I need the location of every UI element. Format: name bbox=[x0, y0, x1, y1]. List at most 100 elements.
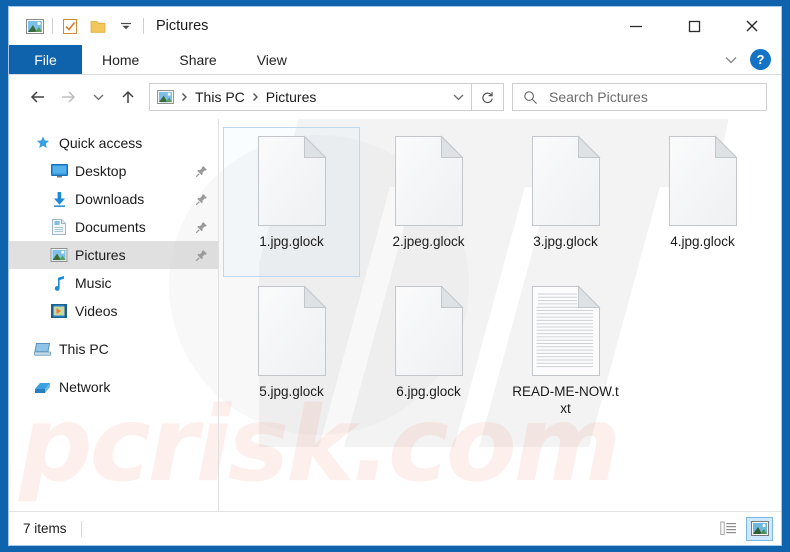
downloads-icon bbox=[49, 190, 69, 208]
file-item[interactable]: 5.jpg.glock bbox=[223, 277, 360, 427]
this-pc-icon bbox=[33, 340, 53, 358]
file-name-label: 1.jpg.glock bbox=[236, 233, 348, 250]
chevron-down-icon[interactable] bbox=[718, 49, 744, 71]
navigation-pane: Quick access Desktop Downloads Documents Pic… bbox=[9, 119, 218, 511]
large-icons-view-button[interactable] bbox=[746, 517, 773, 541]
quick-access-toolbar: Pictures bbox=[9, 13, 208, 39]
tab-home[interactable]: Home bbox=[82, 45, 159, 74]
sidebar-item-label: Quick access bbox=[59, 135, 142, 151]
file-name-label: 5.jpg.glock bbox=[236, 383, 348, 400]
toolbar-separator bbox=[52, 18, 53, 34]
videos-icon bbox=[49, 302, 69, 320]
file-grid: 1.jpg.glock 2.jpeg.glock 3.jpg.glock 4.jpg.… bbox=[223, 127, 781, 427]
window-controls bbox=[607, 7, 781, 45]
blank-file-icon bbox=[257, 135, 327, 227]
sidebar-item-label: Music bbox=[75, 275, 112, 291]
pin-icon[interactable] bbox=[194, 192, 208, 206]
file-name-label: 6.jpg.glock bbox=[373, 383, 485, 400]
properties-icon[interactable] bbox=[56, 13, 84, 39]
item-count-label: 7 items bbox=[23, 521, 67, 536]
search-input[interactable] bbox=[549, 89, 729, 105]
tab-share[interactable]: Share bbox=[159, 45, 236, 74]
file-name-label: READ-ME-NOW.txt bbox=[510, 383, 622, 417]
sidebar-item-label: This PC bbox=[59, 341, 109, 357]
text-file-icon bbox=[531, 285, 601, 377]
explorer-body: Quick access Desktop Downloads Documents Pic… bbox=[9, 119, 781, 511]
title-separator bbox=[143, 18, 144, 34]
pictures-icon[interactable] bbox=[21, 13, 49, 39]
blank-file-icon bbox=[394, 285, 464, 377]
file-item[interactable]: 4.jpg.glock bbox=[634, 127, 771, 277]
file-item[interactable]: 2.jpeg.glock bbox=[360, 127, 497, 277]
tab-file[interactable]: File bbox=[9, 45, 82, 74]
blank-file-icon bbox=[394, 135, 464, 227]
sidebar-item-music[interactable]: Music bbox=[9, 269, 218, 297]
sidebar-item-pictures[interactable]: Pictures bbox=[9, 241, 218, 269]
help-button[interactable]: ? bbox=[750, 49, 771, 70]
blank-file-icon bbox=[668, 135, 738, 227]
address-pictures-icon bbox=[157, 90, 174, 104]
breadcrumb-pictures[interactable]: Pictures bbox=[266, 89, 317, 105]
maximize-button[interactable] bbox=[665, 7, 723, 45]
search-box[interactable] bbox=[512, 83, 767, 111]
details-view-button[interactable] bbox=[715, 517, 742, 541]
breadcrumb-this-pc[interactable]: This PC bbox=[195, 89, 245, 105]
address-dropdown-icon[interactable] bbox=[445, 84, 471, 110]
network-icon bbox=[33, 378, 53, 396]
sidebar-item-documents[interactable]: Documents bbox=[9, 213, 218, 241]
customize-dropdown-icon[interactable] bbox=[112, 13, 140, 39]
address-bar-row: This PC Pictures bbox=[9, 75, 781, 119]
file-item[interactable]: 1.jpg.glock bbox=[223, 127, 360, 277]
sidebar-item-network[interactable]: Network bbox=[9, 373, 218, 401]
desktop-icon bbox=[49, 162, 69, 180]
title-bar: Pictures bbox=[9, 7, 781, 45]
star-pin-icon bbox=[33, 134, 53, 152]
up-button[interactable] bbox=[113, 82, 143, 112]
pictures-icon bbox=[49, 246, 69, 264]
pin-icon[interactable] bbox=[194, 220, 208, 234]
sidebar-item-quick-access[interactable]: Quick access bbox=[9, 129, 218, 157]
file-name-label: 3.jpg.glock bbox=[510, 233, 622, 250]
documents-icon bbox=[49, 218, 69, 236]
recent-locations-icon[interactable] bbox=[83, 82, 113, 112]
file-item[interactable]: 6.jpg.glock bbox=[360, 277, 497, 427]
blank-file-icon bbox=[257, 285, 327, 377]
tab-view[interactable]: View bbox=[237, 45, 307, 74]
sidebar-item-label: Videos bbox=[75, 303, 118, 319]
view-toggle-group bbox=[715, 517, 773, 541]
window-title: Pictures bbox=[156, 18, 208, 34]
minimize-button[interactable] bbox=[607, 7, 665, 45]
sidebar-item-downloads[interactable]: Downloads bbox=[9, 185, 218, 213]
file-item[interactable]: READ-ME-NOW.txt bbox=[497, 277, 634, 427]
sidebar-item-videos[interactable]: Videos bbox=[9, 297, 218, 325]
close-button[interactable] bbox=[723, 7, 781, 45]
music-icon bbox=[49, 274, 69, 292]
file-name-label: 2.jpeg.glock bbox=[373, 233, 485, 250]
sidebar-item-label: Network bbox=[59, 379, 110, 395]
refresh-button[interactable] bbox=[472, 83, 504, 111]
search-icon bbox=[523, 90, 538, 105]
file-list-pane[interactable]: 1.jpg.glock 2.jpeg.glock 3.jpg.glock 4.jpg.… bbox=[219, 119, 781, 511]
file-item[interactable]: 3.jpg.glock bbox=[497, 127, 634, 277]
breadcrumb-separator-icon-2[interactable] bbox=[252, 92, 259, 102]
file-name-label: 4.jpg.glock bbox=[647, 233, 759, 250]
ribbon-tab-bar: File Home Share View ? bbox=[9, 45, 781, 75]
forward-button[interactable] bbox=[53, 82, 83, 112]
new-folder-icon[interactable] bbox=[84, 13, 112, 39]
sidebar-item-label: Documents bbox=[75, 219, 146, 235]
status-bar: 7 items bbox=[9, 511, 781, 545]
status-separator bbox=[81, 521, 82, 537]
sidebar-item-desktop[interactable]: Desktop bbox=[9, 157, 218, 185]
back-button[interactable] bbox=[23, 82, 53, 112]
ribbon-controls: ? bbox=[718, 45, 781, 74]
sidebar-item-label: Downloads bbox=[75, 191, 144, 207]
breadcrumb-separator-icon[interactable] bbox=[181, 92, 188, 102]
sidebar-item-this-pc[interactable]: This PC bbox=[9, 335, 218, 363]
sidebar-item-label: Pictures bbox=[75, 247, 126, 263]
sidebar-item-label: Desktop bbox=[75, 163, 126, 179]
pin-icon[interactable] bbox=[194, 164, 208, 178]
pin-icon[interactable] bbox=[194, 248, 208, 262]
sidebar-spacer bbox=[9, 363, 218, 373]
address-bar[interactable]: This PC Pictures bbox=[149, 83, 472, 111]
blank-file-icon bbox=[531, 135, 601, 227]
